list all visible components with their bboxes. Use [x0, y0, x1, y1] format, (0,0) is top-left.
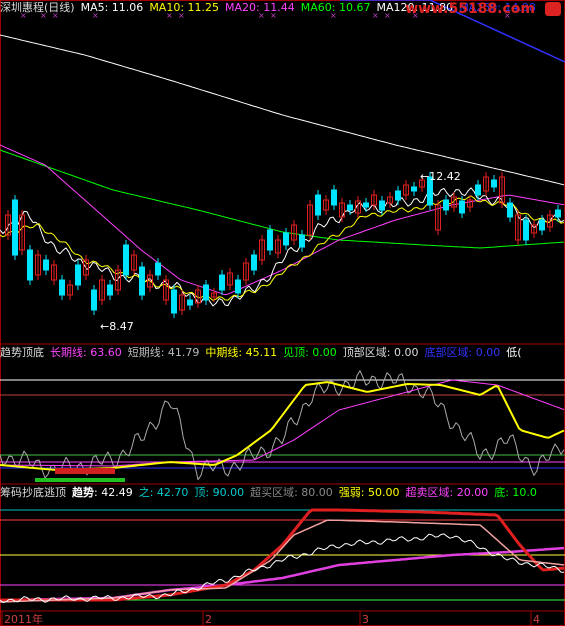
candle-body: [203, 284, 209, 301]
candle-body: [155, 262, 161, 276]
chip-panel-legend: 筹码抄底逃顶 趋势: 42.49 之: 42.70 顶: 90.00 超买区域: 80.…: [0, 485, 565, 501]
candle-body: [187, 299, 193, 306]
candle-body: [331, 189, 337, 206]
candle-body: [459, 200, 465, 214]
candle-body: [411, 186, 417, 192]
bottom-signal-bar: [35, 478, 125, 482]
candle-body: [107, 284, 113, 296]
candle-body: [347, 204, 353, 211]
candle-body: [555, 209, 561, 218]
candle-body: [523, 219, 529, 241]
bottom-legend: 底: 10.0: [494, 486, 537, 499]
candle-body: [219, 274, 225, 291]
candle-body: [299, 234, 305, 248]
low-legend: 低(: [506, 346, 522, 359]
ma20-legend: MA20: 11.44: [225, 1, 295, 14]
trend-legend: 趋势: 42.49: [72, 486, 139, 499]
stock-title: 深圳惠程(日线): [0, 1, 75, 14]
candle-body: [267, 229, 273, 251]
candle-body: [123, 244, 129, 276]
candle-body: [75, 264, 81, 286]
trend-legend-label: 趋势: [72, 486, 94, 499]
top-legend: 顶: 90.00: [194, 486, 245, 499]
candle-body: [27, 249, 33, 281]
mid-line-legend: 中期线: 45.11: [205, 346, 278, 359]
ma5-line: [0, 187, 565, 307]
ma5-legend: MA5: 11.06: [80, 1, 144, 14]
top-signal-bar: [55, 468, 115, 474]
stock-chart-canvas[interactable]: ←12.42←8.47× × × × × × × × × × × × ×2011年 2 3 4: [0, 0, 565, 626]
candle-body: [235, 279, 241, 294]
overbought-legend: 超买区域: 80.00: [250, 486, 333, 499]
oversold-legend: 超卖区域: 20.00: [405, 486, 489, 499]
top-signal-legend: 见顶: 0.00: [283, 346, 337, 359]
candle-body: [43, 259, 49, 271]
candle-body: [315, 194, 321, 216]
long-line: [0, 379, 565, 467]
ma120-line: [0, 34, 565, 186]
low-price-label: ←8.47: [100, 320, 134, 333]
candle-body: [395, 190, 401, 201]
short-line-legend: 短期线: 41.79: [127, 346, 200, 359]
bottom-zone-legend: 底部区域: 0.00: [424, 346, 501, 359]
ma10-legend: MA10: 11.25: [149, 1, 220, 14]
strong-legend: 强弱: 50.00: [338, 486, 400, 499]
candle-body: [379, 200, 385, 211]
zhi-legend: 之: 42.70: [138, 486, 189, 499]
watermark-text: www.55188.com: [405, 1, 535, 17]
watermark-icon: [545, 2, 561, 16]
candle-body: [475, 184, 481, 196]
ma20-line: [0, 144, 565, 296]
candle-body: [539, 219, 545, 231]
candle-body: [283, 232, 289, 246]
long-line-legend: 长期线: 63.60: [50, 346, 122, 359]
trend-panel-legend: 趋势顶底 长期线: 63.60 短期线: 41.79 中期线: 45.11 见顶: 0.…: [0, 345, 565, 361]
strength-line: [0, 546, 565, 602]
trend-legend-value: : 42.49: [94, 486, 133, 499]
candle-body: [491, 179, 497, 188]
candle-body: [139, 266, 145, 296]
top-zone-legend: 顶部区域: 0.00: [342, 346, 419, 359]
ma60-legend: MA60: 10.67: [300, 1, 371, 14]
candle-body: [443, 199, 449, 211]
candle-body: [59, 279, 65, 296]
candle-body: [363, 202, 369, 208]
candle-body: [251, 254, 257, 271]
candle-body: [171, 289, 177, 314]
high-price-label: ←12.42: [420, 170, 461, 183]
trend-panel-title: 趋势顶底: [0, 346, 44, 359]
chip-panel-title: 筹码抄底逃顶: [0, 486, 66, 499]
short-line: [0, 370, 565, 481]
time-axis: [0, 611, 565, 626]
candle-body: [12, 199, 18, 256]
chart-frame: [0, 0, 565, 626]
candle-body: [507, 202, 513, 218]
candle-body: [91, 289, 97, 311]
